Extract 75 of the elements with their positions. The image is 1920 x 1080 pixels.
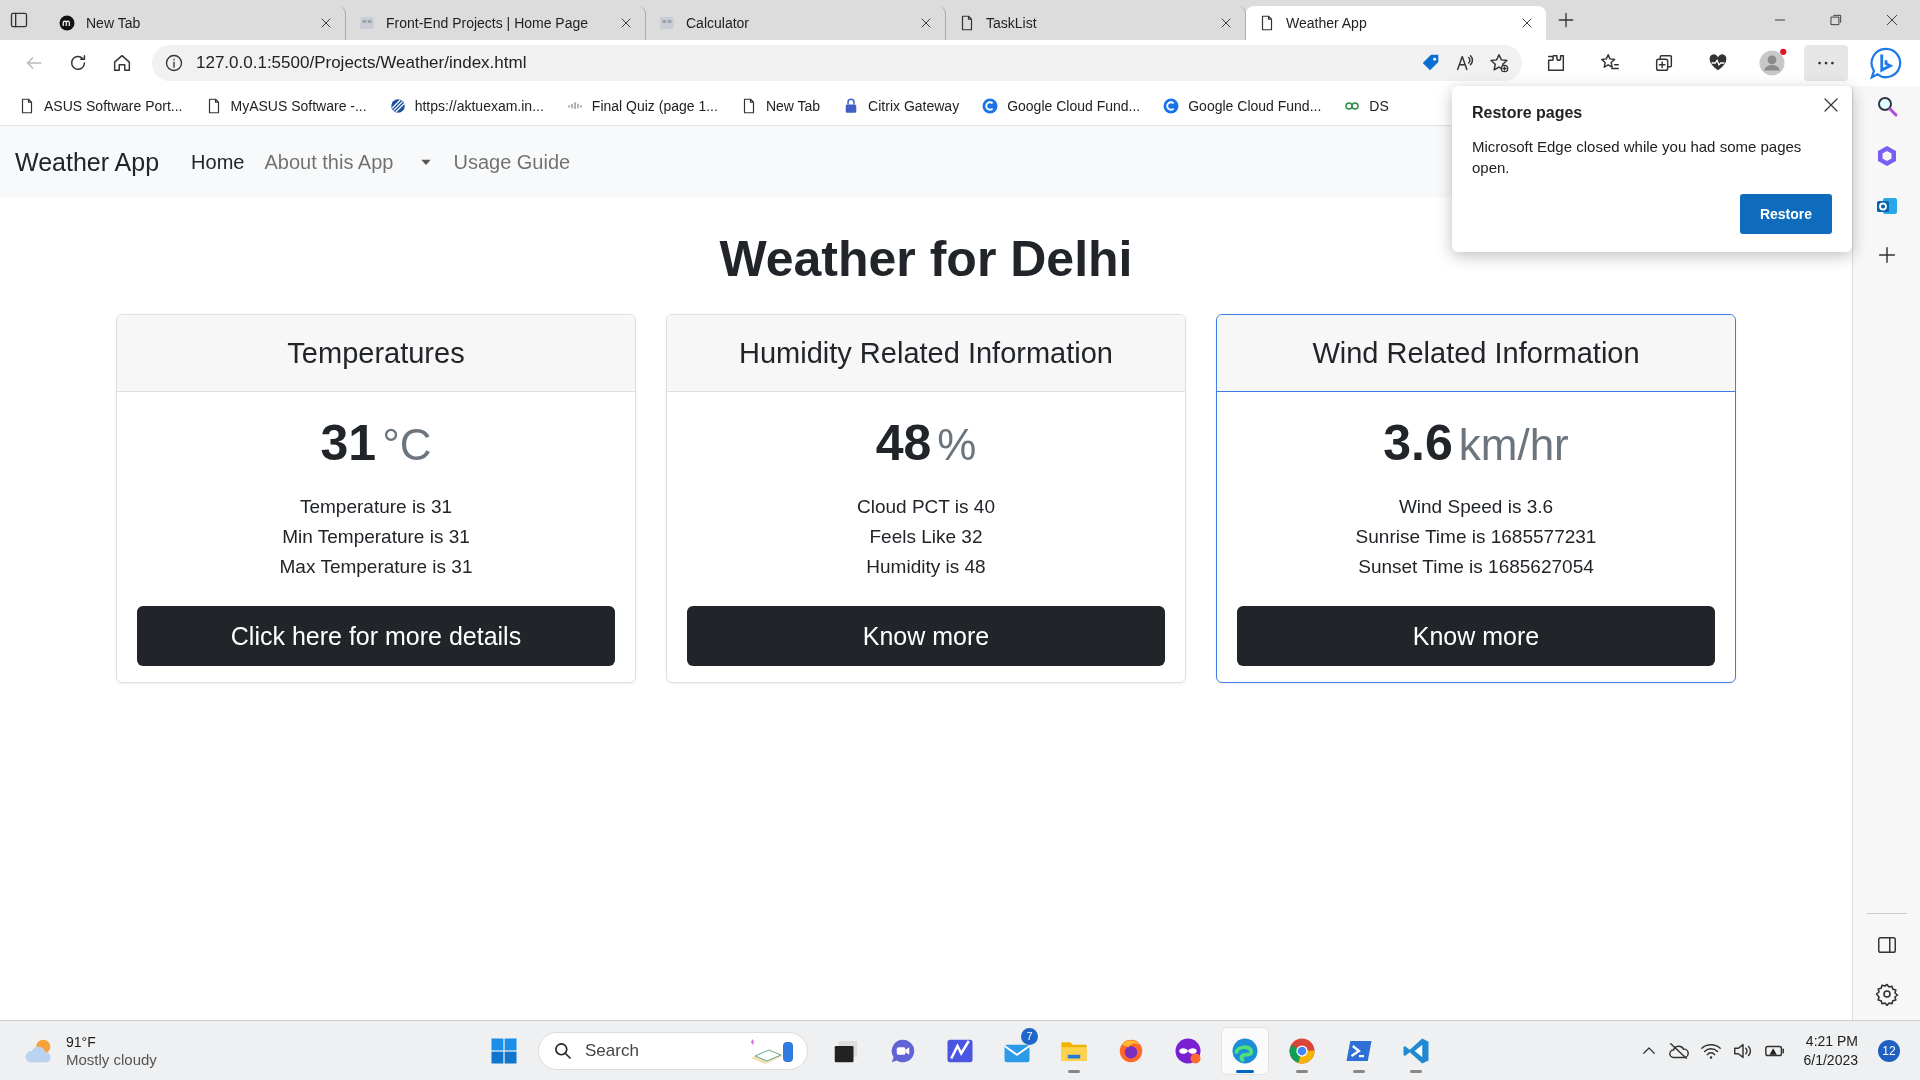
detail-text: Sunrise Time is 1685577231 [1355,525,1597,549]
nav-link[interactable]: Home [191,150,245,174]
detail-text: Feels Like 32 [869,525,983,549]
details-button[interactable]: Click here for more details [137,606,615,666]
bookmark[interactable]: https://aktuexam.in... [388,96,544,115]
nav-link[interactable]: Usage Guide [453,150,571,174]
bookmark[interactable]: ASUS Software Port... [18,96,183,115]
reading-unit: % [937,420,977,470]
bookmark[interactable]: Google Cloud Fund... [981,96,1141,115]
detail-text: Wind Speed is 3.6 [1398,495,1554,519]
nav-link[interactable]: About this App [264,150,394,174]
reading-unit: °C [382,420,432,470]
search-field[interactable]: Search [538,1031,808,1070]
popup-title: Restore pages [1472,104,1584,122]
clock-time: 4:21 PM [1804,1031,1858,1051]
detail-text: Max Temperature is 31 [279,555,473,579]
clock[interactable]: 4:21 PM 6/1/2023 [1803,1031,1858,1070]
chat-bubble-icon[interactable] [1869,46,1903,80]
c-logo-icon [981,96,1000,115]
side-panel-icon[interactable] [1875,934,1898,956]
detail-text: Cloud PCT is 40 [857,495,995,519]
popup-message: Microsoft Edge closed while you had some pages open. [1472,137,1803,178]
new-tab-icon[interactable] [1556,10,1576,30]
restore-icon[interactable] [1829,13,1843,27]
striped-circle-icon [388,96,407,115]
reading-value: 3.6 [1383,414,1453,472]
collections-icon[interactable] [1653,52,1675,74]
thumbnail-icon [658,14,676,32]
card-title: Temperatures [117,315,635,392]
reading-unit: km/hr [1458,420,1569,470]
count-badge: 7 [1021,1027,1038,1045]
restore-button[interactable]: Restore [1740,194,1832,234]
favorite-add-icon[interactable] [1488,52,1510,74]
close-icon[interactable] [1520,16,1534,30]
c-logo-icon [1162,96,1181,115]
circle-logo-icon [58,14,76,32]
brand-link[interactable]: Weather App [15,147,160,177]
weather-condition: Mostly cloudy [66,1050,157,1068]
bookmark[interactable]: Citrix Gateway [842,96,960,115]
search-icon [553,1040,573,1061]
page-heading: Weather for Delhi [718,232,1134,287]
reading-value: 48 [875,414,932,472]
close-icon[interactable] [1885,13,1899,27]
detail-text: Humidity is 48 [866,555,986,579]
card-title: Wind Related Information [1217,315,1735,392]
home-icon[interactable] [111,52,133,74]
thumbnail-icon [358,14,376,32]
profile-avatar-icon[interactable] [1757,48,1787,78]
close-icon[interactable] [619,16,633,30]
browser-tab[interactable]: Weather App [1246,6,1546,40]
settings-icon[interactable] [1874,982,1899,1006]
details-button[interactable]: Know more [687,606,1165,666]
close-icon[interactable] [1219,16,1233,30]
address-bar[interactable]: 127.0.0.1:5500/Projects/Weather/index.html [152,45,1522,81]
detail-text: Sunset Time is 1685627054 [1358,555,1594,579]
card-title: Humidity Related Information [667,315,1185,392]
reading-value: 31 [320,414,377,472]
bookmark[interactable]: MyASUS Software -... [204,96,367,115]
weather-widget[interactable]: 91°F Mostly cloudy [0,1033,481,1068]
info-icon [164,53,184,73]
bookmark[interactable]: New Tab [739,96,821,115]
detail-text: Min Temperature is 31 [282,525,470,549]
bookmark[interactable]: Final Quiz (page 1... [565,96,718,115]
tab-actions-icon[interactable] [9,10,29,30]
close-icon[interactable] [1822,96,1840,114]
close-icon[interactable] [319,16,333,30]
weather-temperature: 91°F [66,1033,97,1051]
bookmark[interactable]: Google Cloud Fund... [1162,96,1322,115]
notification-badge[interactable]: 12 [1878,1039,1900,1062]
detail-text: Temperature is 31 [299,495,453,519]
details-button[interactable]: Know more [1237,606,1715,666]
bookmark[interactable]: DS [1343,96,1389,115]
taskbar-app[interactable]: 7 [994,1027,1040,1074]
clock-date: 6/1/2023 [1803,1050,1858,1070]
close-icon[interactable] [919,16,933,30]
